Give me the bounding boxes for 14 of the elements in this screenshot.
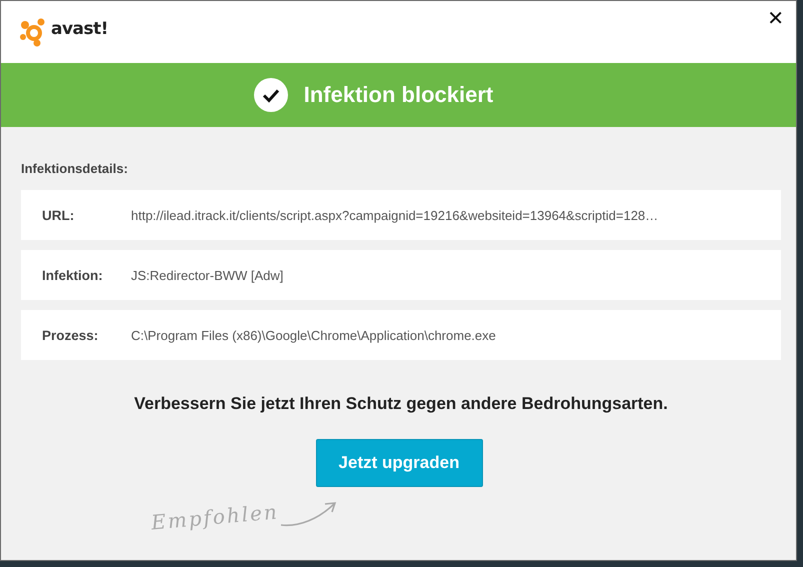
close-button[interactable]: ✕ <box>763 6 788 30</box>
logo-text: avast! <box>51 19 108 39</box>
recommended-note: Empfohlen <box>150 499 280 535</box>
detail-value: http://ilead.itrack.it/clients/script.aspx?campaignid=19216&websiteid=13964&scriptid=128… <box>131 208 658 222</box>
detail-label: Infektion: <box>42 268 104 282</box>
arrow-icon <box>278 499 339 529</box>
banner-title: Infektion blockiert <box>304 82 494 108</box>
check-icon <box>254 78 288 112</box>
upgrade-message: Verbessern Sie jetzt Ihren Schutz gegen andere Bedrohungsarten. <box>134 394 668 414</box>
detail-label: URL: <box>42 208 76 222</box>
detail-value: JS:Redirector-BWW [Adw] <box>131 268 284 282</box>
detail-value: C:\Program Files (x86)\Google\Chrome\Application\chrome.exe <box>131 328 496 342</box>
section-heading: Infektionsdetails: <box>21 161 129 176</box>
detail-label: Prozess: <box>42 328 100 342</box>
